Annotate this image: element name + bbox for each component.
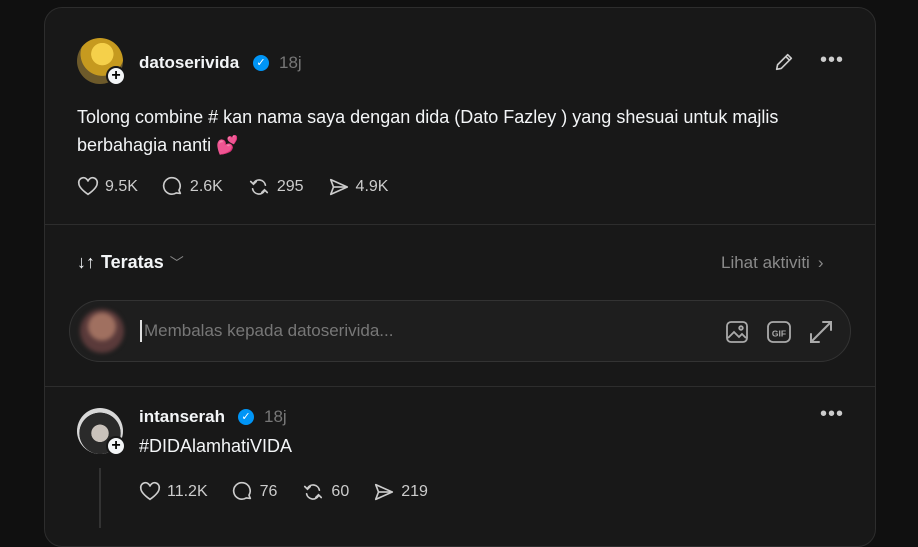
comment-button[interactable]: 76 bbox=[232, 481, 278, 503]
post-actions: 9.5K 2.6K 295 4.9K bbox=[77, 176, 412, 198]
comment-icon bbox=[232, 481, 251, 500]
more-options-icon[interactable]: ••• bbox=[820, 50, 844, 70]
reply-input[interactable]: Membalas kepada datoserivida... bbox=[140, 320, 393, 342]
comment-icon bbox=[162, 176, 182, 195]
edit-pencil-icon[interactable] bbox=[773, 51, 795, 73]
repost-icon bbox=[304, 484, 323, 500]
reply-username[interactable]: intanserah bbox=[139, 407, 225, 427]
send-icon bbox=[375, 483, 394, 501]
heart-icon bbox=[77, 176, 99, 196]
repost-count: 295 bbox=[276, 178, 304, 195]
divider bbox=[45, 224, 875, 225]
repost-count: 60 bbox=[331, 483, 350, 500]
repost-icon bbox=[249, 179, 268, 195]
share-button[interactable]: 4.9K bbox=[328, 176, 389, 198]
sort-arrows-icon: ↓↑ bbox=[77, 252, 95, 272]
post-time[interactable]: 18j bbox=[279, 53, 302, 73]
post-text: Tolong combine # kan nama saya dengan di… bbox=[77, 107, 779, 155]
divider bbox=[45, 386, 875, 387]
expand-icon[interactable] bbox=[808, 319, 834, 345]
like-button[interactable]: 9.5K bbox=[77, 176, 138, 198]
reply-actions: 11.2K 76 60 219 bbox=[139, 481, 452, 503]
svg-text:GIF: GIF bbox=[772, 329, 786, 339]
verified-badge-icon: ✓ bbox=[238, 409, 254, 425]
reply-text[interactable]: #DIDAlamhatiVIDA bbox=[139, 436, 292, 457]
more-options-icon[interactable]: ••• bbox=[820, 404, 844, 424]
share-count: 219 bbox=[401, 483, 428, 500]
like-count: 9.5K bbox=[105, 178, 138, 195]
image-icon[interactable] bbox=[724, 319, 750, 345]
view-activity-link[interactable]: Lihat aktiviti › bbox=[721, 253, 824, 273]
follow-plus-icon[interactable]: + bbox=[106, 436, 126, 456]
sort-label: Teratas bbox=[101, 252, 164, 272]
post-username[interactable]: datoserivida bbox=[139, 53, 239, 73]
thread-line bbox=[99, 468, 101, 528]
repost-button[interactable]: 295 bbox=[247, 176, 304, 198]
comment-count: 76 bbox=[259, 483, 278, 500]
repost-button[interactable]: 60 bbox=[301, 481, 349, 503]
comment-button[interactable]: 2.6K bbox=[162, 176, 223, 198]
like-count: 11.2K bbox=[167, 483, 208, 500]
verified-badge-icon: ✓ bbox=[253, 55, 269, 71]
share-count: 4.9K bbox=[355, 178, 389, 195]
share-button[interactable]: 219 bbox=[373, 481, 428, 503]
sort-dropdown[interactable]: ↓↑ Teratas ﹀ bbox=[77, 252, 184, 273]
current-user-avatar bbox=[80, 309, 124, 353]
view-activity-label: Lihat aktiviti bbox=[721, 253, 810, 272]
heart-icon bbox=[139, 481, 161, 501]
chevron-right-icon: › bbox=[817, 253, 824, 272]
gif-icon[interactable]: GIF bbox=[766, 319, 792, 345]
post-card: + datoserivida ✓ 18j ••• Tolong combine … bbox=[44, 7, 876, 547]
like-button[interactable]: 11.2K bbox=[139, 481, 208, 503]
reply-time[interactable]: 18j bbox=[264, 407, 287, 427]
comment-count: 2.6K bbox=[189, 178, 223, 195]
send-icon bbox=[329, 178, 348, 196]
follow-plus-icon[interactable]: + bbox=[106, 66, 126, 86]
chevron-down-icon: ﹀ bbox=[169, 254, 184, 271]
reply-composer[interactable]: Membalas kepada datoserivida... GIF bbox=[69, 300, 851, 362]
